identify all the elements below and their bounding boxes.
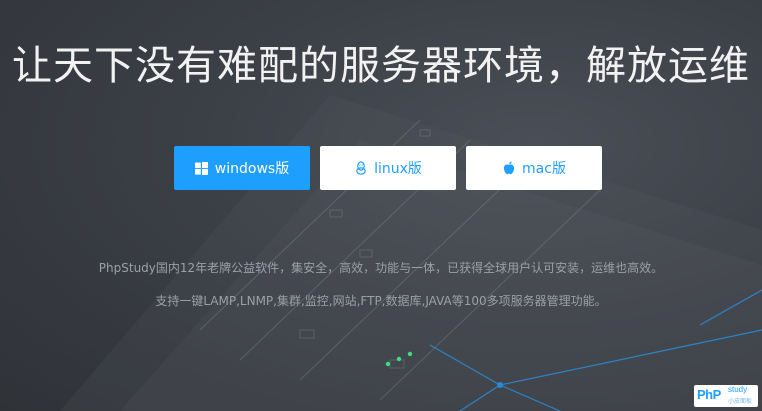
apple-icon [502,161,516,175]
logo-main-text: PhP [697,387,721,402]
linux-download-label: linux版 [374,161,422,177]
phpstudy-logo: PhP study 小皮面板 [694,385,758,407]
mac-download-button[interactable]: mac版 [466,146,602,190]
description-line-1: PhpStudy国内12年老牌公益软件，集安全，高效，功能与一体，已获得全球用户… [98,261,664,275]
mac-download-label: mac版 [522,161,566,177]
logo-sup-text: study [728,385,748,394]
windows-download-button[interactable]: windows版 [174,146,310,190]
hero-headline: 让天下没有难配的服务器环境，解放运维 [12,43,750,89]
logo-sub-text: 小皮面板 [728,398,753,405]
hero-banner: 让天下没有难配的服务器环境，解放运维 windows版 linux版 mac版 … [0,0,762,411]
windows-download-label: windows版 [214,161,290,177]
download-buttons: windows版 linux版 mac版 [174,146,602,190]
description-line-2: 支持一键LAMP,LNMP,集群,监控,网站,FTP,数据库,JAVA等100多… [155,294,607,308]
windows-icon [195,161,209,175]
linux-download-button[interactable]: linux版 [320,146,456,190]
linux-penguin-icon [354,161,368,175]
